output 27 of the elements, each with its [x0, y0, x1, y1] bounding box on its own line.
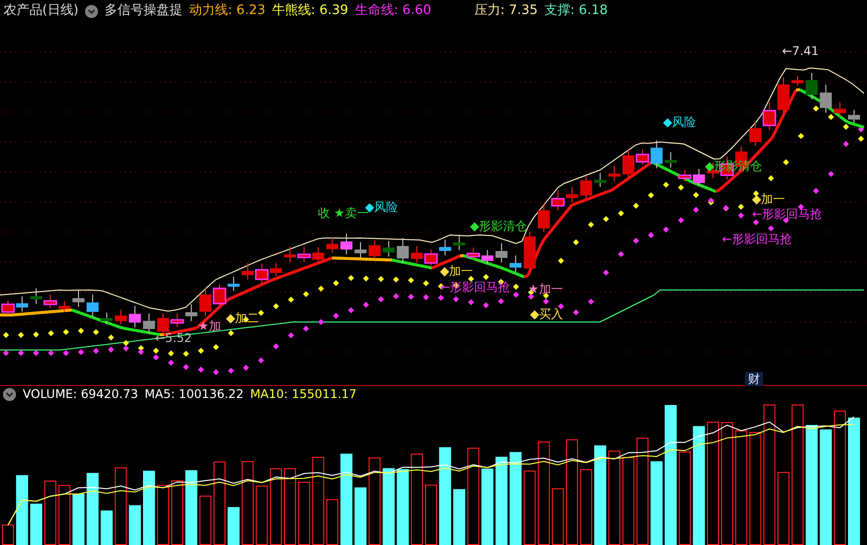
indicator-value: 生命线: 6.60 — [354, 2, 432, 20]
indicator-value: 牛熊线: 6.39 — [272, 2, 348, 20]
signal-label: ←形影回马抢 — [752, 208, 822, 221]
signal-label: ★加一 — [528, 283, 563, 296]
volume-stat: VOLUME: 69420.73 — [22, 386, 138, 403]
signal-label: 收 — [318, 207, 330, 220]
dropdown-icon[interactable] — [3, 388, 16, 400]
chart-title: 农产品(日线) — [3, 2, 78, 20]
signal-label: ◆买入 — [530, 308, 564, 321]
volume-stat: MA10: 155011.17 — [250, 386, 357, 403]
signal-label: ◆加二 — [226, 312, 260, 325]
signal-label: ◆风险 — [663, 116, 696, 129]
signal-label: ←形影回马抢 — [440, 281, 510, 294]
signal-label: ←7.41 — [782, 45, 819, 58]
dropdown-icon[interactable] — [84, 4, 98, 18]
volume-stat: MA5: 100136.22 — [144, 386, 244, 403]
signal-label: ◆加一 — [752, 193, 786, 206]
signal-label: ◆形影清仓 — [470, 220, 528, 233]
indicator-value: 动力线: 6.23 — [188, 2, 266, 20]
indicator-name: 多信号操盘提 — [104, 2, 182, 20]
level-value: 支撑: 6.18 — [544, 2, 608, 20]
info-badge[interactable]: 财 — [745, 372, 763, 386]
signal-label: ◆风险 — [365, 201, 398, 214]
signal-label: ◆加一 — [440, 265, 474, 278]
signal-label: ←形影回马抢 — [722, 233, 792, 246]
level-value: 压力: 7.35 — [474, 2, 538, 20]
signal-label: ★加 — [198, 320, 221, 333]
